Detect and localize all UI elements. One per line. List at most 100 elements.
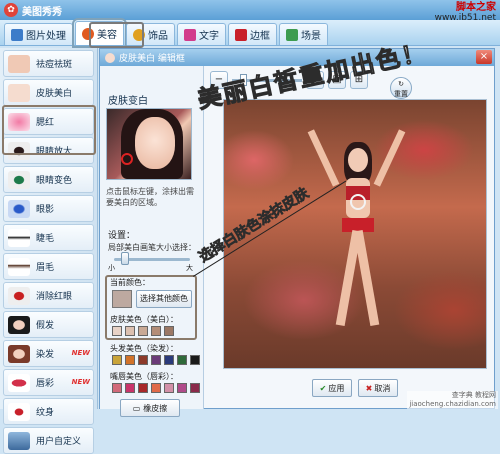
color-swatch[interactable] (190, 355, 200, 365)
sidebar-item-wig[interactable]: 假发 (3, 311, 94, 338)
apply-label: 应用 (328, 383, 345, 393)
tab-label: 场景 (301, 31, 321, 42)
sidebar-item-eyelash[interactable]: 睫毛 (3, 224, 94, 251)
sidebar-item-redeye[interactable]: 消除红眼 (3, 282, 94, 309)
window-title: 美图秀秀 (22, 6, 62, 18)
eye-color-icon (8, 170, 30, 189)
new-badge: NEW (71, 378, 90, 386)
sidebar-item-label: 睫毛 (36, 234, 55, 244)
photo-canvas[interactable] (223, 99, 487, 369)
sidebar-item-eyeshadow[interactable]: 眼影 (3, 195, 94, 222)
brush-size-slider-thumb[interactable] (121, 252, 130, 265)
instruction-text: 点击鼠标左键，涂抹出需要美白的区域。 (106, 187, 194, 207)
scene-icon (286, 28, 298, 41)
footer-watermark: 查字典 教程网 jiaocheng.chazidian.com (407, 391, 498, 409)
sidebar-item-whitening[interactable]: 皮肤美白 (3, 79, 94, 106)
current-color-swatch (112, 290, 132, 308)
tattoo-icon (8, 402, 30, 421)
slider-max-label: 大 (186, 264, 193, 272)
reset-button[interactable]: ↻ 重置 (390, 77, 412, 99)
sidebar-item-label: 眼睛变色 (36, 176, 73, 186)
sidebar-item-hair-dye[interactable]: 染发 NEW (3, 340, 94, 367)
color-swatch[interactable] (125, 383, 135, 393)
sidebar-item-label: 假发 (36, 321, 55, 331)
apply-button[interactable]: ✔ 应用 (312, 379, 352, 397)
color-swatch[interactable] (164, 326, 174, 336)
image-processing-icon (11, 28, 23, 41)
sidebar-item-eye-color[interactable]: 眼睛变色 (3, 166, 94, 193)
color-swatch[interactable] (112, 326, 122, 336)
tab-label: 文字 (199, 31, 219, 42)
blush-icon (8, 112, 30, 131)
color-swatch[interactable] (177, 355, 187, 365)
lip-color-label: 嘴唇美色（唇彩）： (110, 372, 178, 381)
face-thumb-icon (8, 54, 30, 73)
eraser-button[interactable]: ▭ 橡皮擦 (120, 399, 180, 417)
sidebar-item-lip-color[interactable]: 唇彩 NEW (3, 369, 94, 396)
title-bar: ✿ 美图秀秀 (0, 0, 500, 20)
tab-label: 饰品 (148, 31, 168, 42)
sidebar-item-label: 用户自定义 (36, 437, 82, 447)
color-swatch[interactable] (125, 326, 135, 336)
color-swatch[interactable] (151, 326, 161, 336)
footer-watermark-url: jiaocheng.chazidian.com (409, 400, 496, 408)
figure-head (348, 148, 368, 172)
brush-marker-icon (121, 153, 133, 165)
sidebar-item-blush[interactable]: 腮红 (3, 108, 94, 135)
color-swatch[interactable] (138, 326, 148, 336)
sidebar-item-label: 眉毛 (36, 263, 55, 273)
sample-photo (106, 108, 192, 180)
color-swatch[interactable] (164, 383, 174, 393)
cancel-button[interactable]: ✖ 取消 (358, 379, 398, 397)
sidebar-item-label: 腮红 (36, 118, 55, 128)
new-badge: NEW (71, 349, 90, 357)
color-swatch[interactable] (138, 383, 148, 393)
tab-highlight-frame (89, 22, 144, 48)
beauty-tools-sidebar: 祛痘祛斑 皮肤美白 腮红 眼睛放大 眼睛变色 眼影 睫毛 眉毛 消除红眼 假发 … (0, 48, 98, 454)
reset-icon: ↻ (398, 80, 404, 88)
dialog-title: 皮肤美白 编辑框 (119, 54, 185, 64)
sample-face (135, 117, 175, 169)
color-swatch[interactable] (112, 383, 122, 393)
color-swatch[interactable] (112, 355, 122, 365)
redeye-icon (8, 286, 30, 305)
color-swatch[interactable] (138, 355, 148, 365)
sidebar-item-label: 染发 (36, 350, 55, 360)
cheerleader-figure (307, 128, 406, 338)
eyeshadow-icon (8, 199, 30, 218)
face-thumb-icon (8, 83, 30, 102)
close-icon[interactable]: × (476, 50, 492, 64)
color-swatch[interactable] (190, 383, 200, 393)
color-swatch[interactable] (125, 355, 135, 365)
control-panel: 皮肤变白 点击鼠标左键，涂抹出需要美白的区域。 设置： 局部美白画笔大小选择： … (100, 66, 204, 417)
pick-other-color-button[interactable]: 选择其他颜色 (136, 290, 192, 308)
tab-image-processing[interactable]: 图片处理 (4, 23, 73, 45)
sidebar-item-eyebrow[interactable]: 眉毛 (3, 253, 94, 280)
color-swatch[interactable] (164, 355, 174, 365)
hair-color-label: 头发美色（染发）： (110, 344, 178, 353)
tab-text[interactable]: 文字 (177, 23, 226, 45)
lips-icon (8, 373, 30, 392)
eye-icon (8, 141, 30, 160)
tab-frame[interactable]: 边框 (228, 23, 277, 45)
check-icon: ✔ (319, 383, 327, 393)
footer-watermark-name: 查字典 教程网 (451, 391, 496, 399)
sidebar-item-acne[interactable]: 祛痘祛斑 (3, 50, 94, 77)
watermark-name: 脚本之家 (456, 2, 496, 13)
skin-color-label: 皮肤美色（美白）： (110, 315, 178, 324)
wig-icon (8, 315, 30, 334)
color-swatch[interactable] (177, 383, 187, 393)
skin-whitening-dialog: 皮肤美白 编辑框 × 皮肤变白 点击鼠标左键，涂抹出需要美白的区域。 设置： 局… (99, 48, 495, 417)
leg-right (353, 229, 380, 327)
frame-icon (235, 28, 247, 41)
sidebar-item-tattoo[interactable]: 纹身 (3, 398, 94, 425)
eyebrow-icon (8, 257, 30, 276)
sidebar-item-eye-enlarge[interactable]: 眼睛放大 (3, 137, 94, 164)
hair-swatches (112, 355, 200, 365)
tab-scene[interactable]: 场景 (279, 23, 328, 45)
sidebar-item-custom[interactable]: 用户自定义 (3, 427, 94, 454)
cancel-icon: ✖ (365, 383, 373, 393)
color-swatch[interactable] (151, 383, 161, 393)
tab-label: 边框 (250, 31, 270, 42)
color-swatch[interactable] (151, 355, 161, 365)
